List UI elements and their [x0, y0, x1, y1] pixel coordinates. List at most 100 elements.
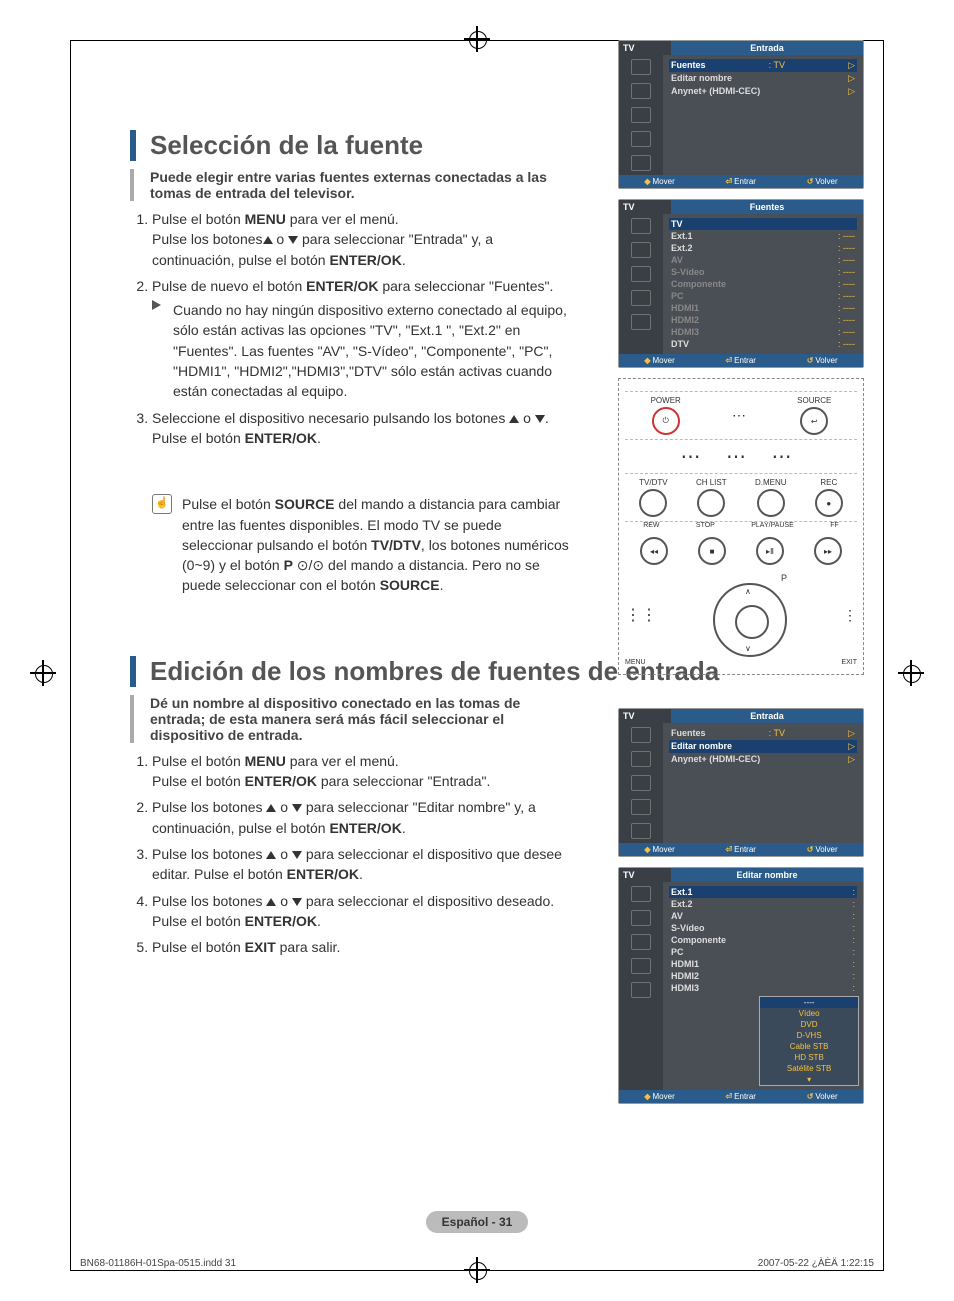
source-item: Ext.2 — [671, 243, 693, 253]
section-intro: Puede elegir entre varias fuentes extern… — [130, 169, 570, 201]
text: . — [402, 820, 406, 836]
osd-label: TV — [619, 709, 671, 723]
hotkey: ENTER/OK — [329, 820, 401, 836]
source-item: Componente — [671, 935, 726, 945]
up-icon — [266, 898, 276, 906]
menu-item: Editar nombre — [671, 73, 732, 84]
registration-mark-icon — [898, 660, 924, 686]
chevron-right-icon: ▷ — [848, 741, 855, 752]
source-item: Componente — [671, 279, 726, 289]
text: . — [402, 252, 406, 268]
source-value: : ---- — [838, 231, 855, 241]
menu-item: Anynet+ (HDMI-CEC) — [671, 86, 760, 97]
text: Pulse el botón — [152, 913, 245, 929]
step-item: Pulse el botón MENU para ver el menú. Pu… — [152, 751, 572, 792]
source-value: : ---- — [838, 243, 855, 253]
hint: Volver — [815, 1092, 837, 1101]
osd-title: Entrada — [671, 41, 863, 55]
dropdown-item: HD STB — [760, 1052, 858, 1063]
hotkey: SOURCE — [275, 496, 335, 512]
down-icon — [288, 236, 298, 244]
source-value: : ---- — [838, 255, 855, 265]
down-icon — [292, 898, 302, 906]
text: Pulse el botón — [152, 773, 245, 789]
source-item: HDMI3 — [671, 983, 699, 993]
print-metadata: BN68-01186H-01Spa-0515.indd 31 2007-05-2… — [80, 1258, 874, 1269]
osd-label: TV — [619, 200, 671, 214]
hotkey: ENTER/OK — [245, 430, 317, 446]
osd-editar-nombre-menu: TVEditar nombre Ext.1: Ext.2: AV: S-Víde… — [618, 867, 864, 1104]
text: . — [359, 866, 363, 882]
source-item: Ext.2 — [671, 899, 693, 909]
chevron-down-icon: ▾ — [760, 1074, 858, 1085]
source-item: TV — [671, 219, 683, 229]
remote-label: POWER — [651, 396, 681, 405]
source-item: PC — [671, 291, 684, 301]
remote-label: MENU — [625, 659, 646, 666]
hotkey: ENTER/OK — [287, 866, 359, 882]
text: para seleccionar "Fuentes". — [378, 278, 553, 294]
section-intro: Dé un nombre al dispositivo conectado en… — [130, 695, 570, 743]
menu-item: Editar nombre — [671, 741, 732, 752]
step-item: Pulse los botones o para seleccionar el … — [152, 844, 572, 885]
ff-icon: ▸▸ — [814, 537, 842, 565]
menu-item: Fuentes — [671, 728, 706, 739]
source-item: S-Vídeo — [671, 923, 705, 933]
hint: Entrar — [734, 1092, 756, 1101]
text: para salir. — [276, 939, 341, 955]
source-item: PC — [671, 947, 684, 957]
chlist-button-icon — [697, 489, 725, 517]
manual-page: Selección de la fuente Puede elegir entr… — [0, 0, 954, 1301]
text: Pulse los botones — [152, 799, 266, 815]
source-item: Ext.1 — [671, 887, 693, 897]
remote-diagram: POWER⏻ ⋯ SOURCE↩ ⋯ ⋯ ⋯ TV/DTV CH LIST D.… — [618, 378, 864, 675]
dmenu-button-icon — [757, 489, 785, 517]
hotkey: MENU — [245, 753, 286, 769]
step-item: Pulse el botón MENU para ver el menú. Pu… — [152, 209, 572, 270]
hint: Volver — [815, 845, 837, 854]
play-icon: ▸Ⅱ — [756, 537, 784, 565]
text: para seleccionar el dispositivo deseado. — [302, 893, 554, 909]
source-item: HDMI1 — [671, 959, 699, 969]
text: Pulse los botones — [152, 893, 266, 909]
menu-value: : TV — [769, 60, 785, 71]
text: Pulse los botones — [152, 231, 263, 247]
step-item: Pulse de nuevo el botón ENTER/OK para se… — [152, 276, 572, 402]
hotkey: ENTER/OK — [245, 913, 317, 929]
remote-label: PLAY/PAUSE — [751, 522, 794, 529]
osd-label: TV — [619, 868, 671, 882]
page-footer: Español - 31 — [0, 1211, 954, 1233]
source-value: : ---- — [838, 339, 855, 349]
osd-entrada-menu-2: TVEntrada Fuentes: TV▷ Editar nombre▷ An… — [618, 708, 864, 857]
steps-list: Pulse el botón MENU para ver el menú. Pu… — [152, 751, 572, 958]
source-value: : ---- — [838, 291, 855, 301]
text: Pulse de nuevo el botón — [152, 278, 306, 294]
up-icon — [263, 236, 273, 244]
source-item: S-Vídeo — [671, 267, 705, 277]
menu-item: Anynet+ (HDMI-CEC) — [671, 754, 760, 765]
up-icon — [266, 804, 276, 812]
hotkey: ENTER/OK — [245, 773, 317, 789]
source-item: HDMI3 — [671, 327, 699, 337]
hotkey: MENU — [245, 211, 286, 227]
hint: Mover — [653, 177, 675, 186]
hint: Entrar — [734, 845, 756, 854]
remote-label: CH LIST — [696, 478, 727, 487]
menu-item: Fuentes — [671, 60, 706, 71]
step-item: Pulse los botones o para seleccionar "Ed… — [152, 797, 572, 838]
rec-button-icon: ● — [815, 489, 843, 517]
stop-icon: ■ — [698, 537, 726, 565]
registration-mark-icon — [30, 660, 56, 686]
page-number: Español - 31 — [426, 1211, 529, 1233]
tip-row: ☝ Pulse el botón SOURCE del mando a dist… — [152, 494, 572, 595]
step-item: Seleccione el dispositivo necesario puls… — [152, 408, 572, 449]
hint: Entrar — [734, 177, 756, 186]
dropdown-item: Satélite STB — [760, 1063, 858, 1074]
text: para seleccionar "Entrada". — [317, 773, 490, 789]
remote-label: TV/DTV — [639, 478, 667, 487]
source-value: : ---- — [838, 327, 855, 337]
source-item: AV — [671, 911, 683, 921]
remote-label: REC — [820, 478, 837, 487]
rew-icon: ◂◂ — [640, 537, 668, 565]
hint: Mover — [653, 356, 675, 365]
